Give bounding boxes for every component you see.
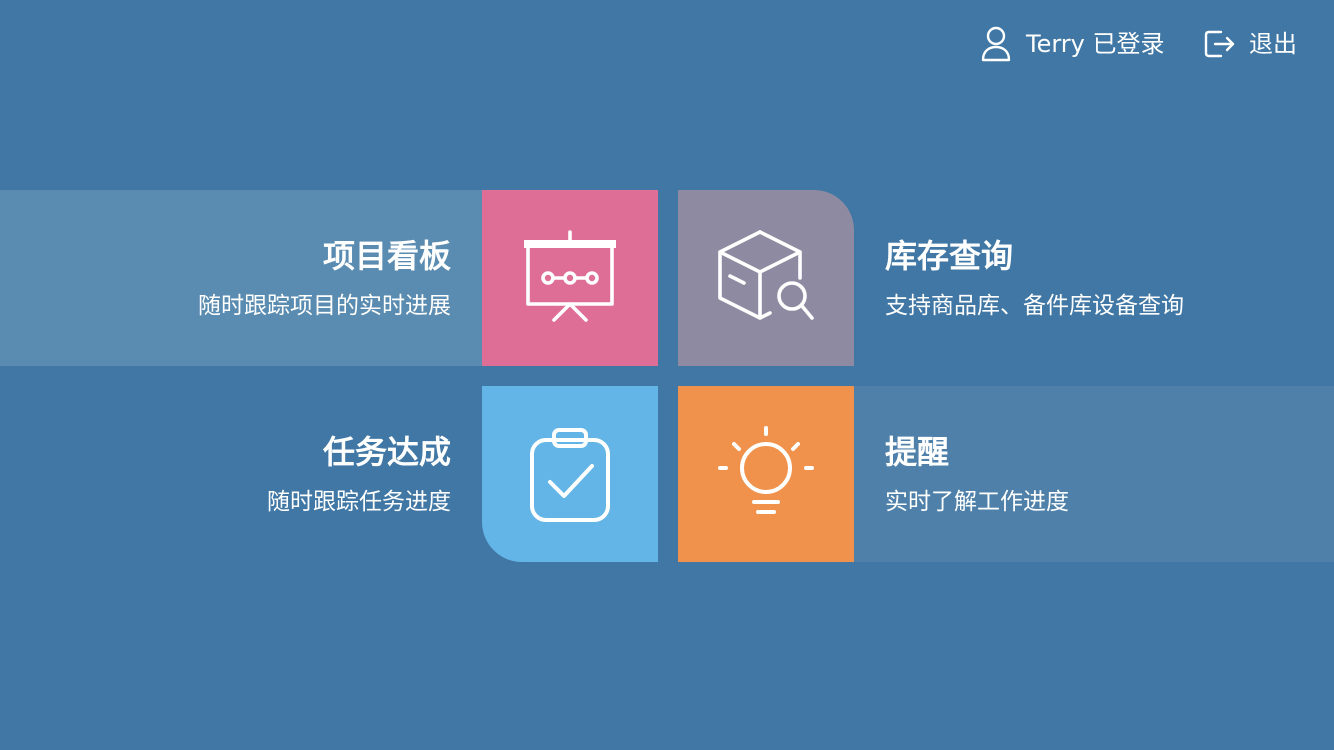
stock-title: 库存查询 [885, 237, 1014, 275]
remind-text[interactable]: 提醒 实时了解工作进度 [885, 432, 1069, 518]
remind-subtitle: 实时了解工作进度 [885, 489, 1069, 515]
kanban-title: 项目看板 [322, 237, 451, 275]
logout-label: 退出 [1249, 30, 1297, 58]
logout-button[interactable]: 退出 [1201, 24, 1297, 64]
clipboard-check-icon [530, 428, 610, 522]
user-status-label: Terry 已登录 [1026, 30, 1165, 58]
remind-title: 提醒 [885, 433, 950, 471]
task-text[interactable]: 任务达成 随时跟踪任务进度 [267, 432, 451, 518]
kanban-subtitle: 随时跟踪项目的实时进展 [198, 293, 451, 319]
kanban-text[interactable]: 项目看板 随时跟踪项目的实时进展 [198, 236, 451, 322]
lightbulb-icon [718, 426, 814, 514]
stock-text[interactable]: 库存查询 支持商品库、备件库设备查询 [885, 236, 1184, 322]
presentation-board-icon [524, 230, 616, 322]
task-tile[interactable] [482, 386, 658, 562]
stock-subtitle: 支持商品库、备件库设备查询 [885, 293, 1184, 319]
box-search-icon [718, 230, 814, 320]
user-status[interactable]: Terry 已登录 [978, 24, 1165, 64]
stock-tile[interactable] [678, 190, 854, 366]
home-screen: Terry 已登录 退出 项目看板 随时跟踪项目的实时进展 库存查询 支持商品库… [0, 0, 1334, 750]
user-icon [981, 26, 1011, 62]
remind-tile[interactable] [678, 386, 854, 562]
kanban-tile[interactable] [482, 190, 658, 366]
task-subtitle: 随时跟踪任务进度 [267, 489, 451, 515]
task-title: 任务达成 [322, 433, 451, 471]
logout-icon [1204, 30, 1235, 58]
